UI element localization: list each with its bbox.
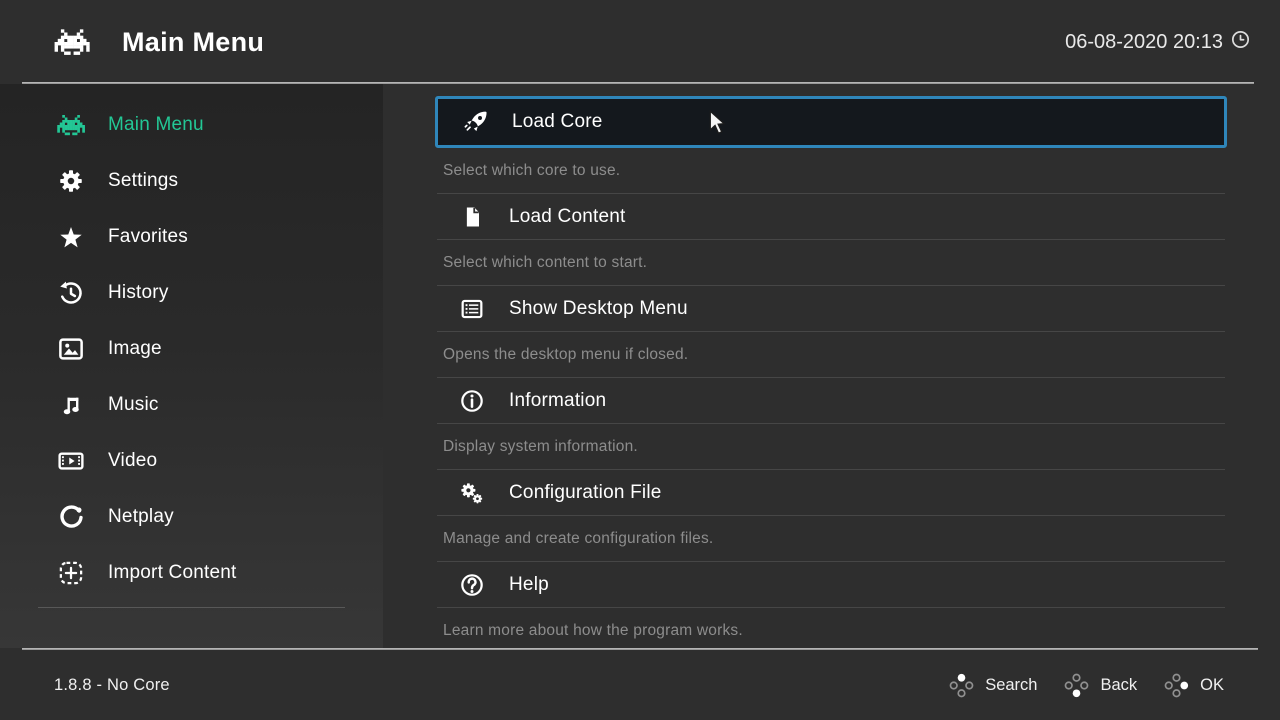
menu-entry-show-desktop-menu: Show Desktop Menu Opens the desktop menu …: [437, 286, 1225, 378]
sidebar-item-label: Settings: [108, 170, 179, 191]
retroarch-logo-icon: [54, 29, 90, 55]
sidebar-divider: [38, 607, 345, 608]
sidebar-item-label: Video: [108, 450, 158, 471]
pad-cluster-icon: [949, 673, 974, 697]
body: Main Menu Settings Favorites History Image Mu…: [0, 84, 1280, 648]
sidebar-item-label: Music: [108, 394, 159, 415]
menu-item-label: Load Core: [512, 111, 603, 132]
menu-item-configuration-file-sublabel: Manage and create configuration files.: [437, 516, 1225, 562]
clock-icon: [1231, 30, 1250, 48]
menu-item-label: Show Desktop Menu: [509, 297, 688, 319]
menu-item-configuration-file[interactable]: Configuration File: [437, 470, 1225, 516]
page-title: Main Menu: [122, 26, 265, 57]
video-icon: [58, 452, 84, 470]
hint-search[interactable]: Search: [948, 672, 1037, 699]
menu-entry-configuration-file: Configuration File Manage and create conf…: [437, 470, 1225, 562]
sidebar-item-main-menu[interactable]: Main Menu: [0, 97, 383, 153]
menu-item-information[interactable]: Information: [437, 378, 1225, 424]
menu-item-label: Help: [509, 573, 549, 595]
menu-item-show-desktop-menu[interactable]: Show Desktop Menu: [437, 286, 1225, 332]
retroarch-logo-icon: [57, 115, 85, 136]
hint-ok[interactable]: OK: [1163, 672, 1224, 699]
sidebar-item-music[interactable]: Music: [0, 377, 383, 433]
sidebar-item-label: History: [108, 282, 169, 303]
star-icon: [60, 227, 82, 248]
desktop-menu-icon: [461, 299, 483, 318]
input-hints: Search Back OK: [948, 672, 1224, 699]
netplay-icon: [60, 505, 83, 528]
gear-icon: [60, 170, 82, 192]
hint-label: Search: [985, 675, 1038, 694]
sidebar: Main Menu Settings Favorites History Image Mu…: [0, 84, 383, 648]
hint-label: Back: [1100, 675, 1138, 694]
datetime-text: 06-08-2020 20:13: [1065, 30, 1223, 53]
menu-item-load-content[interactable]: Load Content: [437, 194, 1225, 240]
file-icon: [466, 207, 479, 226]
main-menu-list: Load Core Select which core to use. Load C…: [383, 84, 1280, 648]
sidebar-item-label: Image: [108, 338, 162, 359]
sidebar-item-netplay[interactable]: Netplay: [0, 489, 383, 545]
bottom-bar: 1.8.8 - No Core Search Back OK: [0, 648, 1280, 720]
menu-entry-information: Information Display system information.: [437, 378, 1225, 470]
menu-item-label: Information: [509, 389, 607, 411]
sidebar-item-image[interactable]: Image: [0, 321, 383, 377]
history-icon: [60, 281, 82, 304]
sidebar-item-label: Main Menu: [108, 114, 204, 135]
hint-back[interactable]: Back: [1063, 672, 1137, 699]
sidebar-item-favorites[interactable]: Favorites: [0, 209, 383, 265]
config-file-icon: [461, 482, 483, 503]
menu-item-label: Load Content: [509, 205, 626, 227]
datetime: 06-08-2020 20:13: [1065, 28, 1252, 57]
hint-label: OK: [1200, 675, 1224, 694]
pad-cluster-icon: [1065, 673, 1089, 697]
retroarch-logo-icon: [48, 23, 96, 61]
sidebar-item-label: Import Content: [108, 562, 237, 583]
mouse-cursor: [709, 110, 726, 135]
menu-entry-help: Help Learn more about how the program wor…: [437, 562, 1225, 648]
pad-cluster-icon: [1164, 673, 1189, 697]
menu-item-load-content-sublabel: Select which content to start.: [437, 240, 1225, 286]
menu-item-help-sublabel: Learn more about how the program works.: [437, 608, 1225, 648]
menu-item-show-desktop-menu-sublabel: Opens the desktop menu if closed.: [437, 332, 1225, 378]
menu-item-load-core-sublabel: Select which core to use.: [437, 148, 1225, 194]
sidebar-item-label: Favorites: [108, 226, 188, 247]
import-icon: [59, 561, 83, 585]
sidebar-item-video[interactable]: Video: [0, 433, 383, 489]
sidebar-item-import-content[interactable]: Import Content: [0, 545, 383, 601]
sidebar-item-label: Netplay: [108, 506, 174, 527]
music-icon: [63, 397, 79, 415]
info-icon: [461, 389, 483, 412]
menu-entry-load-content: Load Content Select which content to star…: [437, 194, 1225, 286]
header: Main Menu 06-08-2020 20:13: [0, 0, 1280, 84]
bottom-bar-divider: [22, 648, 1258, 650]
menu-item-label: Configuration File: [509, 481, 662, 503]
menu-entry-load-core: Load Core Select which core to use.: [435, 96, 1227, 194]
sidebar-list: Main Menu Settings Favorites History Image Mu…: [0, 97, 383, 601]
clock-icon: [1229, 28, 1252, 57]
menu-item-help[interactable]: Help: [437, 562, 1225, 608]
help-icon: [461, 573, 483, 596]
sidebar-item-settings[interactable]: Settings: [0, 153, 383, 209]
menu-item-information-sublabel: Display system information.: [437, 424, 1225, 470]
sidebar-item-history[interactable]: History: [0, 265, 383, 321]
image-icon: [59, 338, 83, 360]
rocket-icon: [464, 111, 487, 132]
retroarch-window: Main Menu 06-08-2020 20:13 Main Menu Sett…: [0, 0, 1280, 720]
menu-item-load-core[interactable]: Load Core: [435, 96, 1227, 148]
version-status: 1.8.8 - No Core: [54, 675, 170, 694]
